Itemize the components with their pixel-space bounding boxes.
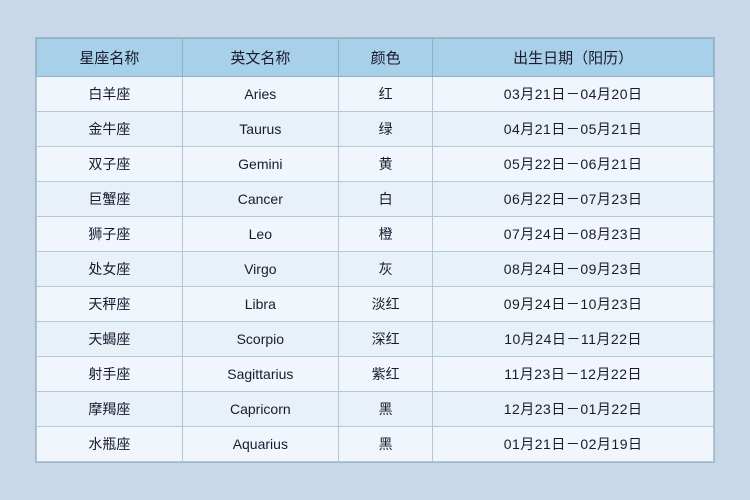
table-body: 白羊座Aries红03月21日－04月20日金牛座Taurus绿04月21日－0…: [37, 77, 714, 462]
table-row: 天秤座Libra淡红09月24日－10月23日: [37, 287, 714, 322]
header-chinese-name: 星座名称: [37, 39, 183, 77]
table-row: 摩羯座Capricorn黑12月23日－01月22日: [37, 392, 714, 427]
cell-chinese-name: 射手座: [37, 357, 183, 392]
cell-dates: 06月22日－07月23日: [433, 182, 714, 217]
cell-dates: 07月24日－08月23日: [433, 217, 714, 252]
cell-chinese-name: 双子座: [37, 147, 183, 182]
cell-chinese-name: 白羊座: [37, 77, 183, 112]
cell-chinese-name: 巨蟹座: [37, 182, 183, 217]
cell-chinese-name: 水瓶座: [37, 427, 183, 462]
cell-english-name: Sagittarius: [182, 357, 338, 392]
cell-chinese-name: 天蝎座: [37, 322, 183, 357]
table-row: 巨蟹座Cancer白06月22日－07月23日: [37, 182, 714, 217]
cell-chinese-name: 金牛座: [37, 112, 183, 147]
cell-color: 黄: [338, 147, 432, 182]
table-row: 狮子座Leo橙07月24日－08月23日: [37, 217, 714, 252]
cell-dates: 08月24日－09月23日: [433, 252, 714, 287]
cell-dates: 11月23日－12月22日: [433, 357, 714, 392]
table-header-row: 星座名称 英文名称 颜色 出生日期（阳历）: [37, 39, 714, 77]
cell-color: 绿: [338, 112, 432, 147]
table-row: 射手座Sagittarius紫红11月23日－12月22日: [37, 357, 714, 392]
cell-english-name: Taurus: [182, 112, 338, 147]
cell-color: 黑: [338, 427, 432, 462]
cell-color: 灰: [338, 252, 432, 287]
cell-chinese-name: 摩羯座: [37, 392, 183, 427]
table-row: 处女座Virgo灰08月24日－09月23日: [37, 252, 714, 287]
cell-english-name: Leo: [182, 217, 338, 252]
zodiac-table: 星座名称 英文名称 颜色 出生日期（阳历） 白羊座Aries红03月21日－04…: [36, 38, 714, 462]
header-color: 颜色: [338, 39, 432, 77]
cell-dates: 12月23日－01月22日: [433, 392, 714, 427]
cell-dates: 09月24日－10月23日: [433, 287, 714, 322]
cell-english-name: Aquarius: [182, 427, 338, 462]
cell-color: 紫红: [338, 357, 432, 392]
cell-english-name: Gemini: [182, 147, 338, 182]
cell-color: 红: [338, 77, 432, 112]
cell-chinese-name: 狮子座: [37, 217, 183, 252]
cell-color: 白: [338, 182, 432, 217]
cell-chinese-name: 处女座: [37, 252, 183, 287]
cell-english-name: Aries: [182, 77, 338, 112]
cell-color: 深红: [338, 322, 432, 357]
table-row: 双子座Gemini黄05月22日－06月21日: [37, 147, 714, 182]
cell-dates: 10月24日－11月22日: [433, 322, 714, 357]
cell-english-name: Virgo: [182, 252, 338, 287]
cell-color: 橙: [338, 217, 432, 252]
cell-dates: 01月21日－02月19日: [433, 427, 714, 462]
header-dates: 出生日期（阳历）: [433, 39, 714, 77]
cell-english-name: Capricorn: [182, 392, 338, 427]
table-row: 水瓶座Aquarius黑01月21日－02月19日: [37, 427, 714, 462]
cell-chinese-name: 天秤座: [37, 287, 183, 322]
header-english-name: 英文名称: [182, 39, 338, 77]
cell-dates: 04月21日－05月21日: [433, 112, 714, 147]
cell-english-name: Cancer: [182, 182, 338, 217]
table-row: 金牛座Taurus绿04月21日－05月21日: [37, 112, 714, 147]
table-row: 白羊座Aries红03月21日－04月20日: [37, 77, 714, 112]
cell-color: 淡红: [338, 287, 432, 322]
cell-english-name: Libra: [182, 287, 338, 322]
cell-english-name: Scorpio: [182, 322, 338, 357]
cell-dates: 03月21日－04月20日: [433, 77, 714, 112]
zodiac-table-container: 星座名称 英文名称 颜色 出生日期（阳历） 白羊座Aries红03月21日－04…: [35, 37, 715, 463]
cell-color: 黑: [338, 392, 432, 427]
cell-dates: 05月22日－06月21日: [433, 147, 714, 182]
table-row: 天蝎座Scorpio深红10月24日－11月22日: [37, 322, 714, 357]
